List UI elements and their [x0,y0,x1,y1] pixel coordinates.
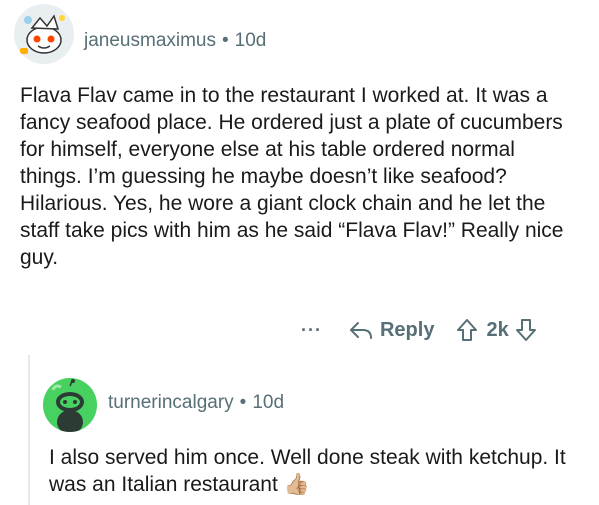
upvote-arrow-icon[interactable] [456,318,478,342]
reply-label: Reply [379,318,435,341]
snoo-avatar-icon [51,379,84,432]
thread-line[interactable] [28,355,30,505]
comment-body: Flava Flav came in to the restaurant I w… [20,84,564,269]
username[interactable]: janeusmaximus [84,30,216,51]
meta-separator: • [239,392,247,413]
comment-actions: ··· Reply 2k [301,318,537,342]
meta-separator: • [222,30,229,51]
more-options-icon[interactable]: ··· [301,320,322,341]
username[interactable]: turnerincalgary [108,392,234,413]
comment-body: I also served him once. Well done steak … [49,444,589,498]
comment-meta: turnerincalgary • 10d [108,392,284,414]
timestamp: 10d [252,392,285,413]
avatar[interactable] [14,4,74,64]
reply-arrow-icon [349,322,372,339]
thumbs-up-emoji: 👍🏼 [283,473,310,496]
avatar[interactable] [43,378,97,432]
comment-meta: janeusmaximus • 10d [84,30,266,52]
reply-button[interactable]: Reply [348,319,434,342]
snoo-avatar-icon [20,14,65,54]
downvote-arrow-icon[interactable] [515,318,537,342]
vote-controls: 2k [456,318,536,342]
vote-score: 2k [486,318,509,341]
timestamp: 10d [234,30,267,51]
